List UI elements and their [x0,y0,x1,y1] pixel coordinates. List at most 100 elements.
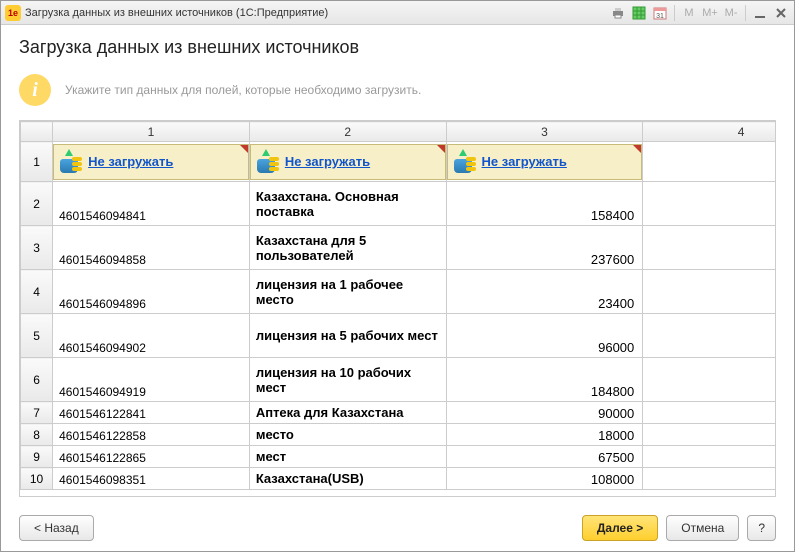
table-row[interactable]: 1 Не загружать Не загружать Не загружать [21,142,776,182]
cell-amount[interactable]: 90000 [446,402,643,424]
row-number: 5 [21,314,53,358]
back-button[interactable]: < Назад [19,515,94,541]
table-row[interactable]: 64601546094919лицензия на 10 рабочих мес… [21,358,776,402]
svg-text:31: 31 [656,13,664,20]
table-row[interactable]: 74601546122841Аптека для Казахстана90000 [21,402,776,424]
row-number: 10 [21,468,53,490]
print-icon[interactable] [609,4,627,22]
cell-desc[interactable]: лицензия на 1 рабочее место [249,270,446,314]
row-number: 4 [21,270,53,314]
row-number: 8 [21,424,53,446]
cell-desc[interactable]: место [249,424,446,446]
row-number: 1 [21,142,53,182]
cell-empty[interactable] [643,446,775,468]
database-icon [454,151,476,173]
row-number: 9 [21,446,53,468]
cell-amount[interactable]: 96000 [446,314,643,358]
row-number: 7 [21,402,53,424]
memory-mminus-button[interactable]: M- [722,4,740,22]
cell-empty[interactable] [643,402,775,424]
cell-code[interactable]: 4601546098351 [53,468,250,490]
col-header[interactable]: 4 [643,122,775,142]
cell-code[interactable]: 4601546122858 [53,424,250,446]
cell-empty [643,142,775,182]
mapping-header-cell[interactable]: Не загружать [53,142,250,182]
data-table: 1 2 3 4 1 Не загружать Не загружать Не загр… [20,121,775,490]
row-number: 6 [21,358,53,402]
page-title: Загрузка данных из внешних источников [19,37,776,58]
table-scroll[interactable]: 1 2 3 4 1 Не загружать Не загружать Не загр… [20,121,775,496]
database-icon [257,151,279,173]
footer: < Назад Далее > Отмена ? [1,507,794,551]
cell-amount[interactable]: 67500 [446,446,643,468]
cell-empty[interactable] [643,226,775,270]
mapping-header-cell[interactable]: Не загружать [249,142,446,182]
minimize-icon[interactable] [751,4,769,22]
table-row[interactable]: 34601546094858Казахстана для 5 пользоват… [21,226,776,270]
window-title: Загрузка данных из внешних источников (1… [25,7,609,19]
info-icon: i [19,74,51,106]
cell-desc[interactable]: лицензия на 10 рабочих мест [249,358,446,402]
cell-amount[interactable]: 184800 [446,358,643,402]
cell-desc[interactable]: Казахстана для 5 пользователей [249,226,446,270]
row-number: 2 [21,182,53,226]
calendar-icon[interactable]: 31 [651,4,669,22]
cell-code[interactable]: 4601546094841 [53,182,250,226]
col-header[interactable]: 2 [249,122,446,142]
mapping-link[interactable]: Не загружать [482,154,567,169]
table-row[interactable]: 24601546094841Казахстана. Основная поста… [21,182,776,226]
help-button[interactable]: ? [747,515,776,541]
titlebar-tools: 31 M M+ M- [609,4,790,22]
cell-code[interactable]: 4601546094858 [53,226,250,270]
table-row[interactable]: 54601546094902лицензия на 5 рабочих мест… [21,314,776,358]
cell-desc[interactable]: лицензия на 5 рабочих мест [249,314,446,358]
cell-empty[interactable] [643,314,775,358]
cell-amount[interactable]: 158400 [446,182,643,226]
column-header-row: 1 2 3 4 [21,122,776,142]
cell-empty[interactable] [643,358,775,402]
cell-code[interactable]: 4601546122865 [53,446,250,468]
separator [674,5,675,21]
content-area: Загрузка данных из внешних источников i … [1,25,794,507]
cell-code[interactable]: 4601546122841 [53,402,250,424]
memory-mplus-button[interactable]: M+ [701,4,719,22]
close-icon[interactable] [772,4,790,22]
cell-desc[interactable]: мест [249,446,446,468]
corner-cell [21,122,53,142]
separator [745,5,746,21]
mapping-link[interactable]: Не загружать [285,154,370,169]
cell-empty[interactable] [643,424,775,446]
cell-desc[interactable]: Казахстана(USB) [249,468,446,490]
row-number: 3 [21,226,53,270]
mapping-header-cell[interactable]: Не загружать [446,142,643,182]
cell-code[interactable]: 4601546094896 [53,270,250,314]
cell-desc[interactable]: Казахстана. Основная поставка [249,182,446,226]
next-button[interactable]: Далее > [582,515,658,541]
info-text: Укажите тип данных для полей, которые не… [65,83,421,97]
cell-amount[interactable]: 108000 [446,468,643,490]
col-header[interactable]: 1 [53,122,250,142]
cell-amount[interactable]: 23400 [446,270,643,314]
cell-amount[interactable]: 18000 [446,424,643,446]
col-header[interactable]: 3 [446,122,643,142]
grid-icon[interactable] [630,4,648,22]
table-row[interactable]: 84601546122858место18000 [21,424,776,446]
table-row[interactable]: 104601546098351Казахстана(USB)108000 [21,468,776,490]
info-row: i Укажите тип данных для полей, которые … [19,74,776,106]
database-icon [60,151,82,173]
mapping-link[interactable]: Не загружать [88,154,173,169]
memory-m-button[interactable]: M [680,4,698,22]
cell-amount[interactable]: 237600 [446,226,643,270]
cell-empty[interactable] [643,270,775,314]
titlebar: 1e Загрузка данных из внешних источников… [1,1,794,25]
cell-empty[interactable] [643,182,775,226]
table-container: 1 2 3 4 1 Не загружать Не загружать Не загр… [19,120,776,497]
cell-code[interactable]: 4601546094902 [53,314,250,358]
cell-code[interactable]: 4601546094919 [53,358,250,402]
cell-desc[interactable]: Аптека для Казахстана [249,402,446,424]
table-row[interactable]: 44601546094896лицензия на 1 рабочее мест… [21,270,776,314]
table-row[interactable]: 94601546122865мест67500 [21,446,776,468]
cancel-button[interactable]: Отмена [666,515,739,541]
app-logo-icon: 1e [5,5,21,21]
cell-empty[interactable] [643,468,775,490]
